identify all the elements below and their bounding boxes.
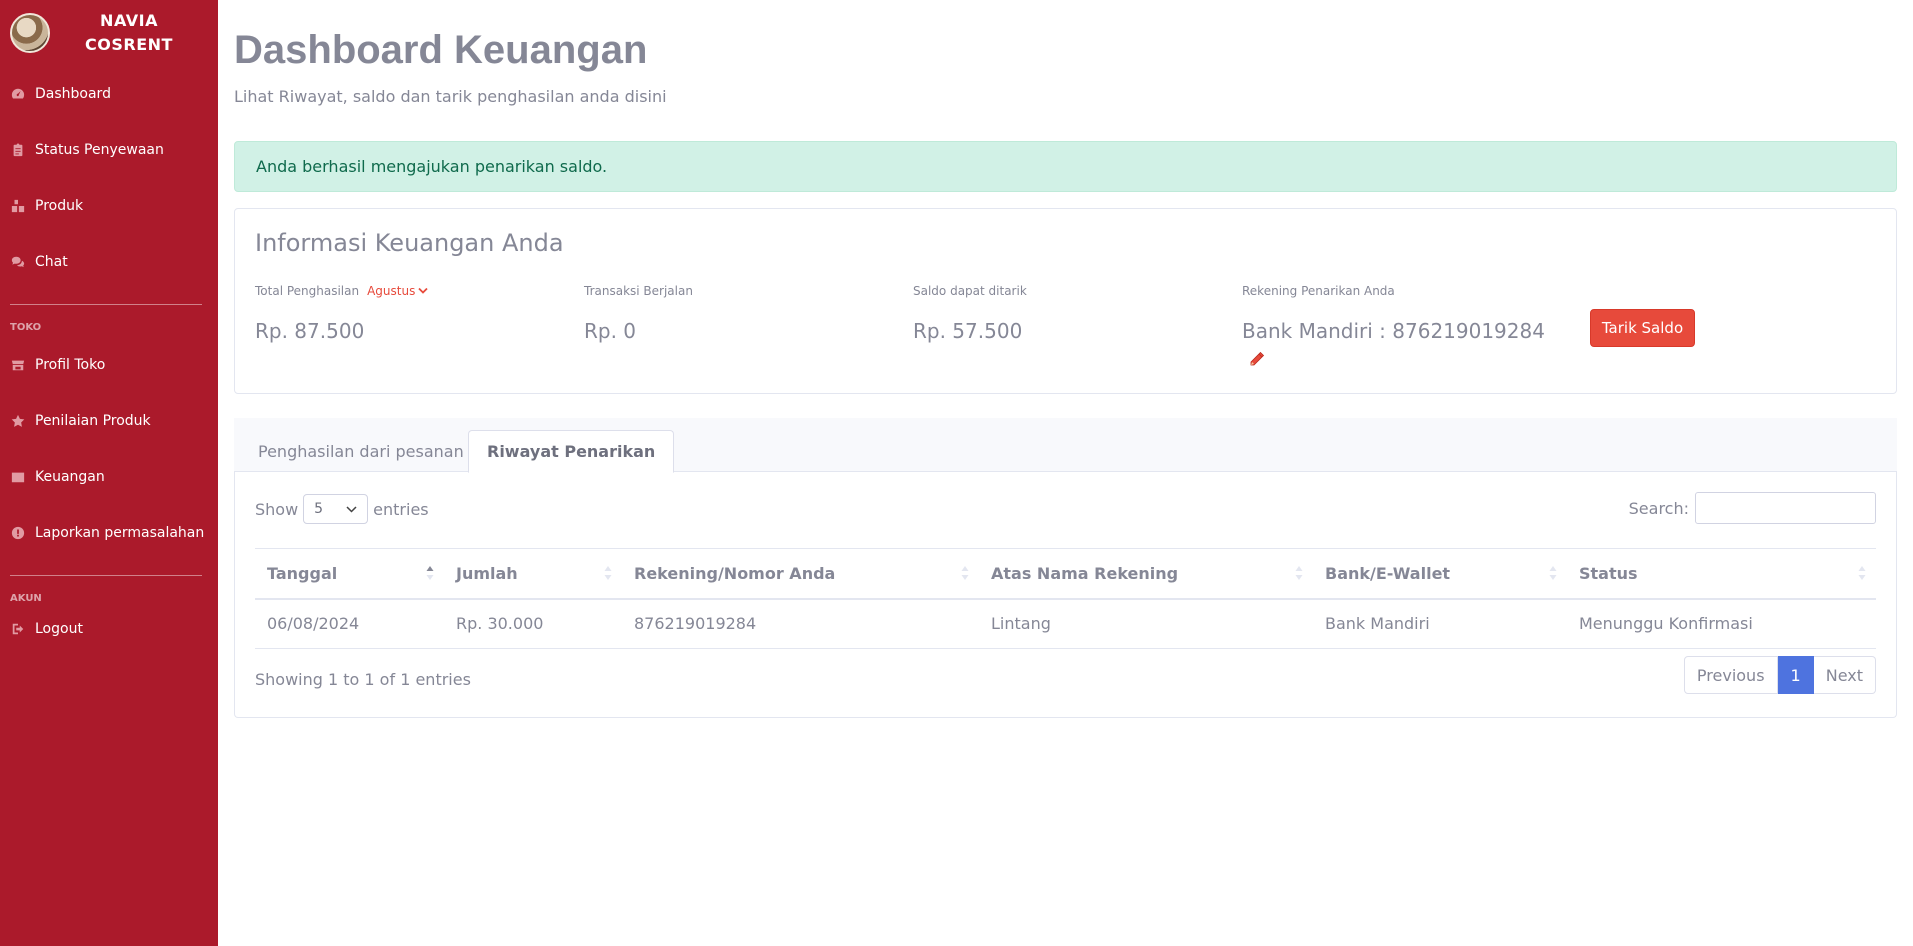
withdrawable-balance-value: Rp. 57.500 [913, 319, 1023, 343]
tab-penghasilan[interactable]: Penghasilan dari pesanan [240, 430, 482, 472]
star-icon [10, 414, 26, 428]
sidebar: NAVIA COSRENT Dashboard Status Penyewaan… [0, 0, 218, 946]
chevron-down-icon [418, 287, 428, 294]
sort-asc-icon [426, 566, 434, 580]
sidebar-item-label: Profil Toko [35, 357, 106, 373]
cell-bank: Bank Mandiri [1313, 598, 1567, 649]
sidebar-item-label: Chat [35, 254, 68, 270]
tabs: Penghasilan dari pesanan Riwayat Penarik… [234, 418, 1897, 473]
sidebar-item-label: Produk [35, 198, 84, 214]
sign-out-icon [10, 622, 26, 636]
tab-riwayat-penarikan[interactable]: Riwayat Penarikan [468, 430, 675, 473]
sidebar-item-label: Dashboard [35, 86, 111, 102]
running-transactions-value: Rp. 0 [584, 319, 637, 343]
pagination: Previous 1 Next [1683, 656, 1876, 694]
cell-atas-nama: Lintang [979, 598, 1313, 649]
success-alert: Anda berhasil mengajukan penarikan saldo… [234, 141, 1897, 192]
brand-name: NAVIA COSRENT [85, 11, 173, 54]
sort-icon [604, 566, 612, 580]
withdrawal-table: Tanggal Jumlah Rekening/Nomor Anda Atas … [255, 548, 1876, 649]
running-transactions-label: Transaksi Berjalan [584, 284, 693, 298]
sidebar-item-keuangan[interactable]: Keuangan [0, 449, 218, 505]
withdrawable-balance: Saldo dapat ditarik Rp. 57.500 [913, 283, 1027, 343]
card-title: Informasi Keuangan Anda [255, 229, 564, 257]
brand-avatar [10, 13, 50, 53]
sort-icon [1549, 566, 1557, 580]
brand[interactable]: NAVIA COSRENT [0, 0, 218, 66]
sidebar-item-label: Logout [35, 621, 83, 637]
sidebar-item-label: Laporkan permasalahan [35, 525, 205, 541]
tachometer-icon [10, 87, 26, 101]
withdrawal-account-value: Bank Mandiri : 876219019284 [1242, 319, 1545, 343]
entries-select[interactable]: 5 [303, 494, 369, 524]
table-row: 06/08/2024 Rp. 30.000 876219019284 Linta… [255, 598, 1876, 649]
boxes-icon [10, 199, 26, 213]
withdrawable-balance-label: Saldo dapat ditarik [913, 284, 1027, 298]
sidebar-item-chat[interactable]: Chat [0, 234, 218, 290]
table-header-row: Tanggal Jumlah Rekening/Nomor Anda Atas … [255, 548, 1876, 600]
cell-jumlah: Rp. 30.000 [444, 598, 622, 649]
sidebar-item-logout[interactable]: Logout [0, 608, 218, 650]
table-search: Search: [1629, 492, 1876, 524]
column-header[interactable]: Rekening/Nomor Anda [622, 548, 979, 600]
sidebar-item-label: Status Penyewaan [35, 142, 164, 158]
sidebar-heading-toko: TOKO [10, 322, 42, 333]
sidebar-item-dashboard[interactable]: Dashboard [0, 66, 218, 122]
withdrawal-account-label: Rekening Penarikan Anda [1242, 284, 1395, 298]
pagination-page[interactable]: 1 [1777, 656, 1814, 694]
sidebar-item-produk[interactable]: Produk [0, 178, 218, 234]
total-income-value: Rp. 87.500 [255, 319, 365, 343]
cell-rekening: 876219019284 [622, 598, 979, 649]
clipboard-icon [10, 143, 26, 157]
main-content: Dashboard Keuangan Lihat Riwayat, saldo … [218, 0, 1913, 946]
wallet-icon [10, 470, 26, 484]
running-transactions: Transaksi Berjalan Rp. 0 [584, 283, 693, 343]
pagination-next[interactable]: Next [1813, 656, 1876, 694]
withdraw-button[interactable]: Tarik Saldo [1590, 309, 1695, 347]
column-header[interactable]: Atas Nama Rekening [979, 548, 1313, 600]
sidebar-item-profil-toko[interactable]: Profil Toko [0, 337, 218, 393]
sidebar-heading-akun: AKUN [10, 593, 42, 604]
column-header[interactable]: Bank/E-Wallet [1313, 548, 1567, 600]
total-income-label: Total Penghasilan [255, 284, 360, 298]
sidebar-item-status-penyewaan[interactable]: Status Penyewaan [0, 122, 218, 178]
sidebar-item-penilaian-produk[interactable]: Penilaian Produk [0, 393, 218, 449]
page-title: Dashboard Keuangan [234, 28, 648, 72]
pagination-previous[interactable]: Previous [1683, 656, 1778, 694]
sidebar-item-label: Keuangan [35, 469, 105, 485]
withdrawal-account: Rekening Penarikan Anda Bank Mandiri : 8… [1242, 283, 1545, 366]
finance-info-card: Informasi Keuangan Anda Total Penghasila… [234, 208, 1897, 394]
column-header[interactable]: Status [1567, 548, 1876, 600]
show-entries: Show 5 entries [255, 494, 429, 524]
sidebar-item-label: Penilaian Produk [35, 413, 151, 429]
table-info: Showing 1 to 1 of 1 entries [255, 670, 471, 689]
column-header[interactable]: Jumlah [444, 548, 622, 600]
month-dropdown[interactable]: Agustus [367, 284, 428, 298]
sidebar-divider [10, 575, 202, 576]
total-income: Total Penghasilan Agustus Rp. 87.500 [255, 283, 428, 343]
sort-icon [1295, 566, 1303, 580]
column-header[interactable]: Tanggal [255, 548, 444, 600]
withdrawal-history-panel: Show 5 entries Search: Tanggal Jumlah Re… [234, 472, 1897, 718]
pencil-icon[interactable] [1249, 351, 1265, 367]
search-input[interactable] [1695, 492, 1876, 524]
sort-icon [1858, 566, 1866, 580]
store-icon [10, 358, 26, 372]
cell-status: Menunggu Konfirmasi [1567, 598, 1876, 649]
page-subtitle: Lihat Riwayat, saldo dan tarik penghasil… [234, 87, 667, 106]
cell-tanggal: 06/08/2024 [255, 598, 444, 649]
sidebar-divider [10, 304, 202, 305]
comments-icon [10, 255, 26, 269]
chevron-down-icon [346, 505, 357, 513]
sort-icon [961, 566, 969, 580]
exclamation-icon [10, 526, 26, 540]
sidebar-item-laporkan[interactable]: Laporkan permasalahan [0, 505, 218, 561]
